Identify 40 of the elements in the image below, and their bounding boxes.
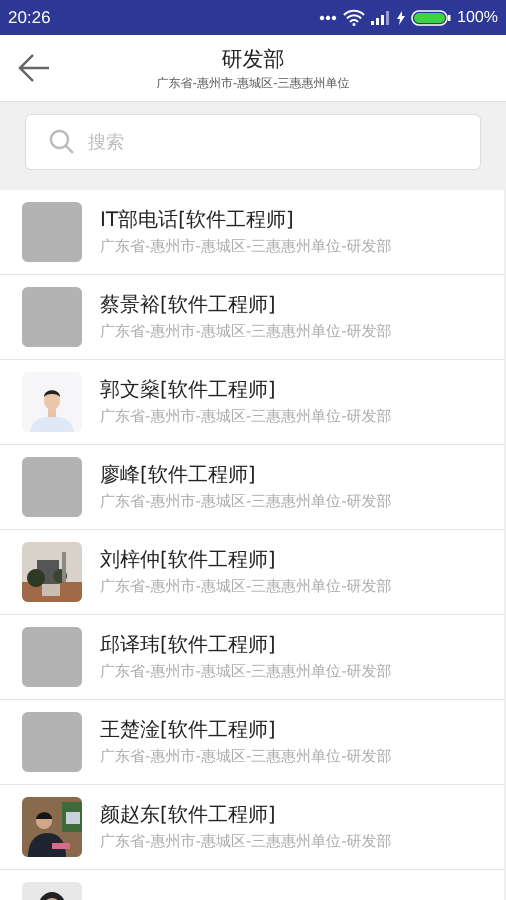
contact-department: 广东省-惠州市-惠城区-三惠惠州单位-研发部 (100, 236, 392, 256)
avatar-placeholder (22, 712, 82, 772)
contact-item[interactable]: 郭文燊[软件工程师] 广东省-惠州市-惠城区-三惠惠州单位-研发部 (0, 360, 504, 445)
contact-department: 广东省-惠州市-惠城区-三惠惠州单位-研发部 (100, 831, 392, 851)
contact-name: 蔡景裕[软件工程师] (100, 291, 277, 317)
status-time: 20:26 (8, 8, 51, 28)
contact-department: 广东省-惠州市-惠城区-三惠惠州单位-研发部 (100, 746, 392, 766)
contact-department: 广东省-惠州市-惠城区-三惠惠州单位-研发部 (100, 321, 392, 341)
battery-percent: 100% (457, 8, 498, 26)
avatar-placeholder (22, 627, 82, 687)
more-icon (319, 14, 338, 20)
wifi-icon (343, 9, 366, 26)
avatar-placeholder (22, 457, 82, 517)
contact-department: 广东省-惠州市-惠城区-三惠惠州单位-研发部 (100, 661, 392, 681)
contact-department: 广东省-惠州市-惠城区-三惠惠州单位-研发部 (100, 576, 392, 596)
page-title: 研发部 (222, 46, 284, 72)
contact-name: 郭文燊[软件工程师] (100, 376, 277, 402)
page-subtitle: 广东省-惠州市-惠城区-三惠惠州单位 (156, 74, 350, 90)
contact-item[interactable]: 刘梓仲[软件工程师] 广东省-惠州市-惠城区-三惠惠州单位-研发部 (0, 530, 504, 615)
contact-item[interactable]: 蔡景裕[软件工程师] 广东省-惠州市-惠城区-三惠惠州单位-研发部 (0, 275, 504, 360)
back-button[interactable] (17, 53, 51, 83)
contact-name: 王楚淦[软件工程师] (100, 716, 277, 742)
contact-department: 广东省-惠州市-惠城区-三惠惠州单位-研发部 (100, 491, 392, 511)
contact-name: 颜赵东[软件工程师] (100, 801, 277, 827)
contact-item[interactable]: 邱译玮[软件工程师] 广东省-惠州市-惠城区-三惠惠州单位-研发部 (0, 615, 504, 700)
search-field[interactable]: 搜索 (25, 114, 481, 170)
avatar-placeholder (22, 202, 82, 262)
contact-item[interactable]: 颜赵东[软件工程师] 广东省-惠州市-惠城区-三惠惠州单位-研发部 (0, 785, 504, 870)
contact-department: 广东省-惠州市-惠城区-三惠惠州单位-研发部 (100, 406, 392, 426)
charging-icon (397, 10, 406, 24)
contact-name: 廖峰[软件工程师] (100, 461, 257, 487)
contact-name: 邱译玮[软件工程师] (100, 631, 277, 657)
contact-item[interactable]: 王楚淦[软件工程师] 广东省-惠州市-惠城区-三惠惠州单位-研发部 (0, 700, 504, 785)
contact-name: 刘梓仲[软件工程师] (100, 546, 277, 572)
avatar-placeholder (22, 287, 82, 347)
signal-icon (371, 10, 392, 24)
battery-icon (411, 10, 452, 26)
contact-item[interactable]: 廖峰[软件工程师] 广东省-惠州市-惠城区-三惠惠州单位-研发部 (0, 445, 504, 530)
contact-item[interactable]: IT部电话[软件工程师] 广东省-惠州市-惠城区-三惠惠州单位-研发部 (0, 190, 504, 275)
contact-name: IT部电话[软件工程师] (100, 206, 295, 232)
